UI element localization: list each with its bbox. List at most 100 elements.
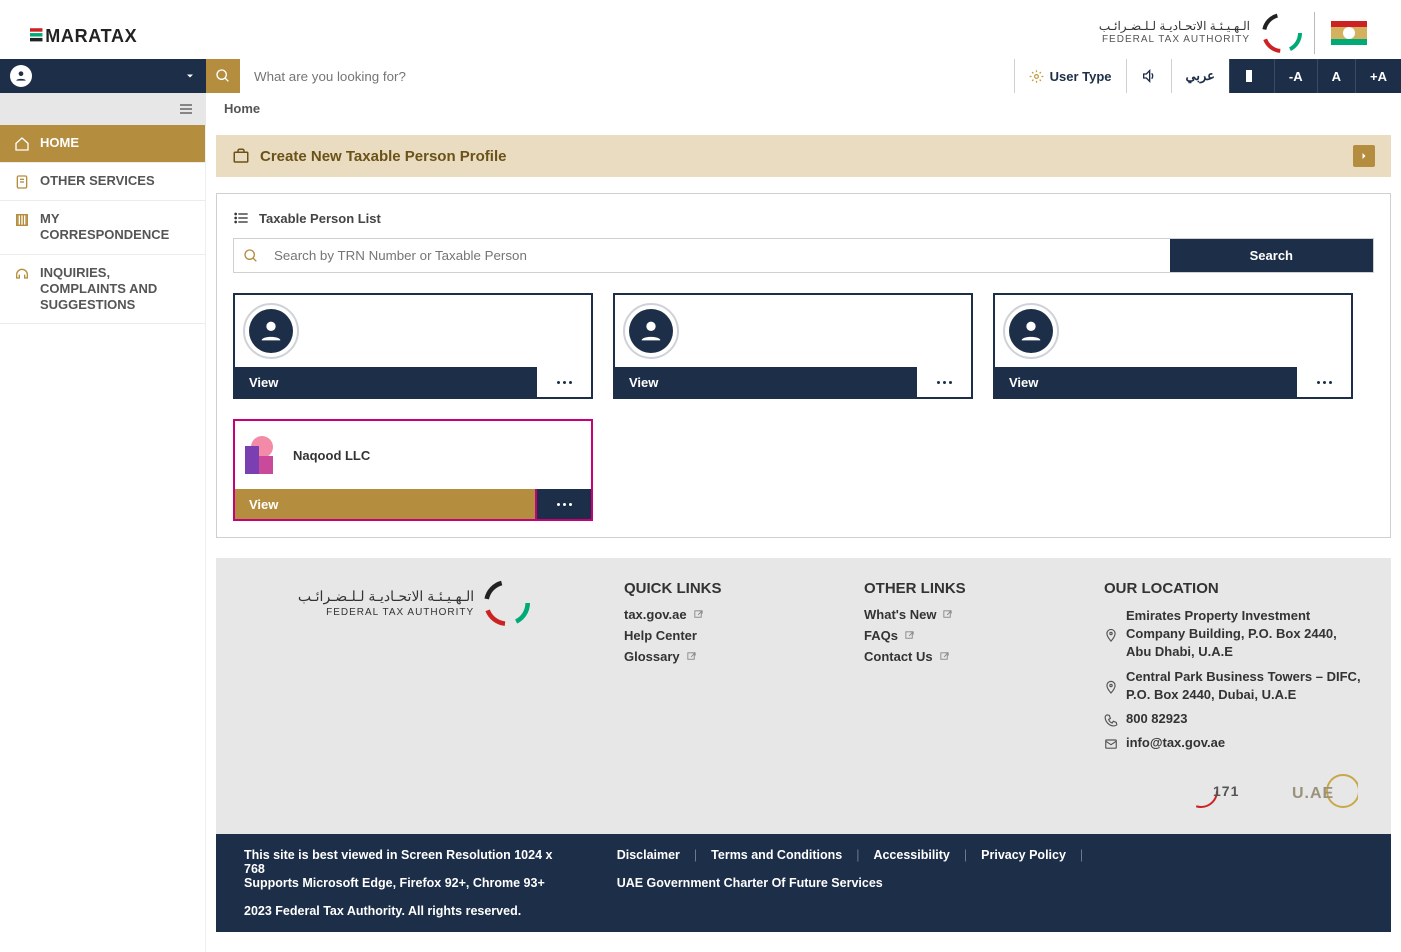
font-increase[interactable]: +A — [1355, 59, 1401, 93]
footer-quick-links: QUICK LINKS tax.gov.ae Help Center Gloss… — [624, 580, 824, 812]
footer-link-contact[interactable]: Contact Us — [864, 649, 1064, 664]
search-icon-wrap — [234, 239, 268, 272]
clipboard-icon — [14, 174, 30, 190]
footer-heading: QUICK LINKS — [624, 580, 824, 597]
contrast-toggle[interactable] — [1229, 59, 1274, 93]
footer-link-help[interactable]: Help Center — [624, 628, 824, 643]
create-profile-bar[interactable]: Create New Taxable Person Profile — [216, 135, 1391, 177]
footer-heading: OUR LOCATION — [1104, 580, 1363, 597]
phone-icon — [1104, 712, 1118, 728]
create-profile-label: Create New Taxable Person Profile — [260, 148, 506, 165]
person-search-row: Search — [233, 238, 1374, 273]
sidebar-item-other-services[interactable]: OTHER SERVICES — [0, 163, 205, 201]
card-more-button[interactable] — [535, 367, 591, 397]
card-more-button[interactable] — [1295, 367, 1351, 397]
avatar — [623, 303, 679, 359]
panel-title: Taxable Person List — [259, 211, 381, 226]
avatar — [1003, 303, 1059, 359]
authority-logos: الـهـيـئـة الاتحـاديـة لـلـضـرائـب FEDER… — [1099, 12, 1371, 54]
panel-title-row: Taxable Person List — [233, 210, 1374, 226]
breadcrumb: Home — [206, 93, 1401, 125]
search-icon — [243, 248, 259, 264]
hamburger-icon — [178, 101, 194, 117]
sidebar-item-home[interactable]: HOME — [0, 125, 205, 163]
font-normal[interactable]: A — [1317, 59, 1355, 93]
more-icon — [1317, 381, 1332, 384]
uae-emblem-icon — [1327, 15, 1371, 51]
location-row: Emirates Property Investment Company Bui… — [1104, 607, 1363, 662]
breadcrumb-row: Home — [0, 93, 1401, 125]
external-link-icon — [904, 630, 915, 641]
headset-icon — [14, 266, 30, 282]
global-search-input[interactable] — [240, 59, 1014, 93]
footer: الـهـيـئـة الاتحـاديـة لـلـضـرائـب FEDER… — [216, 558, 1391, 834]
person-card: View — [233, 293, 593, 399]
sidebar-toggle[interactable] — [0, 93, 206, 125]
card-more-button[interactable] — [535, 489, 591, 519]
legal-link-charter[interactable]: UAE Government Charter Of Future Service… — [617, 876, 883, 890]
mail-icon — [1104, 736, 1118, 752]
more-icon — [557, 381, 572, 384]
legal-link-terms[interactable]: Terms and Conditions — [711, 848, 842, 862]
account-icon — [10, 65, 32, 87]
footer-authority-logo: الـهـيـئـة الاتحـاديـة لـلـضـرائـب FEDER… — [244, 580, 584, 812]
more-icon — [937, 381, 952, 384]
view-button[interactable]: View — [615, 367, 915, 397]
user-type-selector[interactable]: User Type — [1014, 59, 1126, 93]
more-icon — [557, 503, 572, 506]
view-button[interactable]: View — [235, 489, 535, 519]
legal-link-disclaimer[interactable]: Disclaimer — [617, 848, 680, 862]
authority-name-ar: الـهـيـئـة الاتحـاديـة لـلـضـرائـب — [1099, 19, 1250, 33]
footer-other-links: OTHER LINKS What's New FAQs Contact Us — [864, 580, 1064, 812]
briefcase-icon — [232, 147, 250, 165]
svg-text:U.AE: U.AE — [1292, 785, 1334, 802]
footer-heading: OTHER LINKS — [864, 580, 1064, 597]
brand-bar: إمـارات تـاكـس MARATAX الـهـيـئـة الاتحـ… — [0, 0, 1401, 59]
create-profile-go-button[interactable] — [1353, 145, 1375, 167]
person-search-input[interactable] — [268, 239, 1170, 272]
avatar — [243, 303, 299, 359]
external-link-icon — [939, 651, 950, 662]
person-card: View — [613, 293, 973, 399]
language-toggle[interactable]: عربي — [1171, 59, 1229, 93]
building-icon — [14, 212, 30, 228]
sidebar-item-inquiries[interactable]: INQUIRIES, COMPLAINTS AND SUGGESTIONS — [0, 255, 205, 325]
phone-row: 800 82923 — [1104, 710, 1363, 728]
authority-name-en: FEDERAL TAX AUTHORITY — [1099, 34, 1250, 46]
footer-link-whatsnew[interactable]: What's New — [864, 607, 1064, 622]
footer-link-taxgov[interactable]: tax.gov.ae — [624, 607, 824, 622]
location-row: Central Park Business Towers – DIFC, P.O… — [1104, 668, 1363, 704]
person-card-selected: Naqood LLC View — [233, 419, 593, 521]
footer-link-faqs[interactable]: FAQs — [864, 628, 1064, 643]
audio-button[interactable] — [1126, 59, 1171, 93]
external-link-icon — [693, 609, 704, 620]
sidebar-item-label: INQUIRIES, COMPLAINTS AND SUGGESTIONS — [40, 265, 191, 314]
company-logo-icon — [241, 436, 279, 474]
person-name: Naqood LLC — [293, 448, 370, 463]
copyright: 2023 Federal Tax Authority. All rights r… — [244, 904, 1363, 918]
card-more-button[interactable] — [915, 367, 971, 397]
legal-resolution-note: This site is best viewed in Screen Resol… — [244, 848, 577, 890]
view-button[interactable]: View — [995, 367, 1295, 397]
person-card: View — [993, 293, 1353, 399]
person-icon — [257, 317, 285, 345]
legal-links: Disclaimer| Terms and Conditions| Access… — [617, 848, 1363, 890]
search-icon — [215, 68, 231, 84]
sidebar-item-label: HOME — [40, 135, 79, 151]
footer-link-glossary[interactable]: Glossary — [624, 649, 824, 664]
footer-location: OUR LOCATION Emirates Property Investmen… — [1104, 580, 1363, 812]
legal-link-accessibility[interactable]: Accessibility — [873, 848, 949, 862]
user-account-dropdown[interactable] — [0, 59, 206, 93]
legal-bar: This site is best viewed in Screen Resol… — [216, 834, 1391, 932]
external-link-icon — [942, 609, 953, 620]
person-search-button[interactable]: Search — [1170, 239, 1373, 272]
person-icon — [637, 317, 665, 345]
user-type-label: User Type — [1050, 69, 1112, 84]
font-decrease[interactable]: -A — [1274, 59, 1317, 93]
taxable-person-panel: Taxable Person List Search — [216, 193, 1391, 538]
search-button[interactable] — [206, 59, 240, 93]
sidebar-item-correspondence[interactable]: MY CORRESPONDENCE — [0, 201, 205, 255]
view-button[interactable]: View — [235, 367, 535, 397]
legal-link-privacy[interactable]: Privacy Policy — [981, 848, 1066, 862]
tawasul-logo: 171 — [1183, 770, 1263, 812]
